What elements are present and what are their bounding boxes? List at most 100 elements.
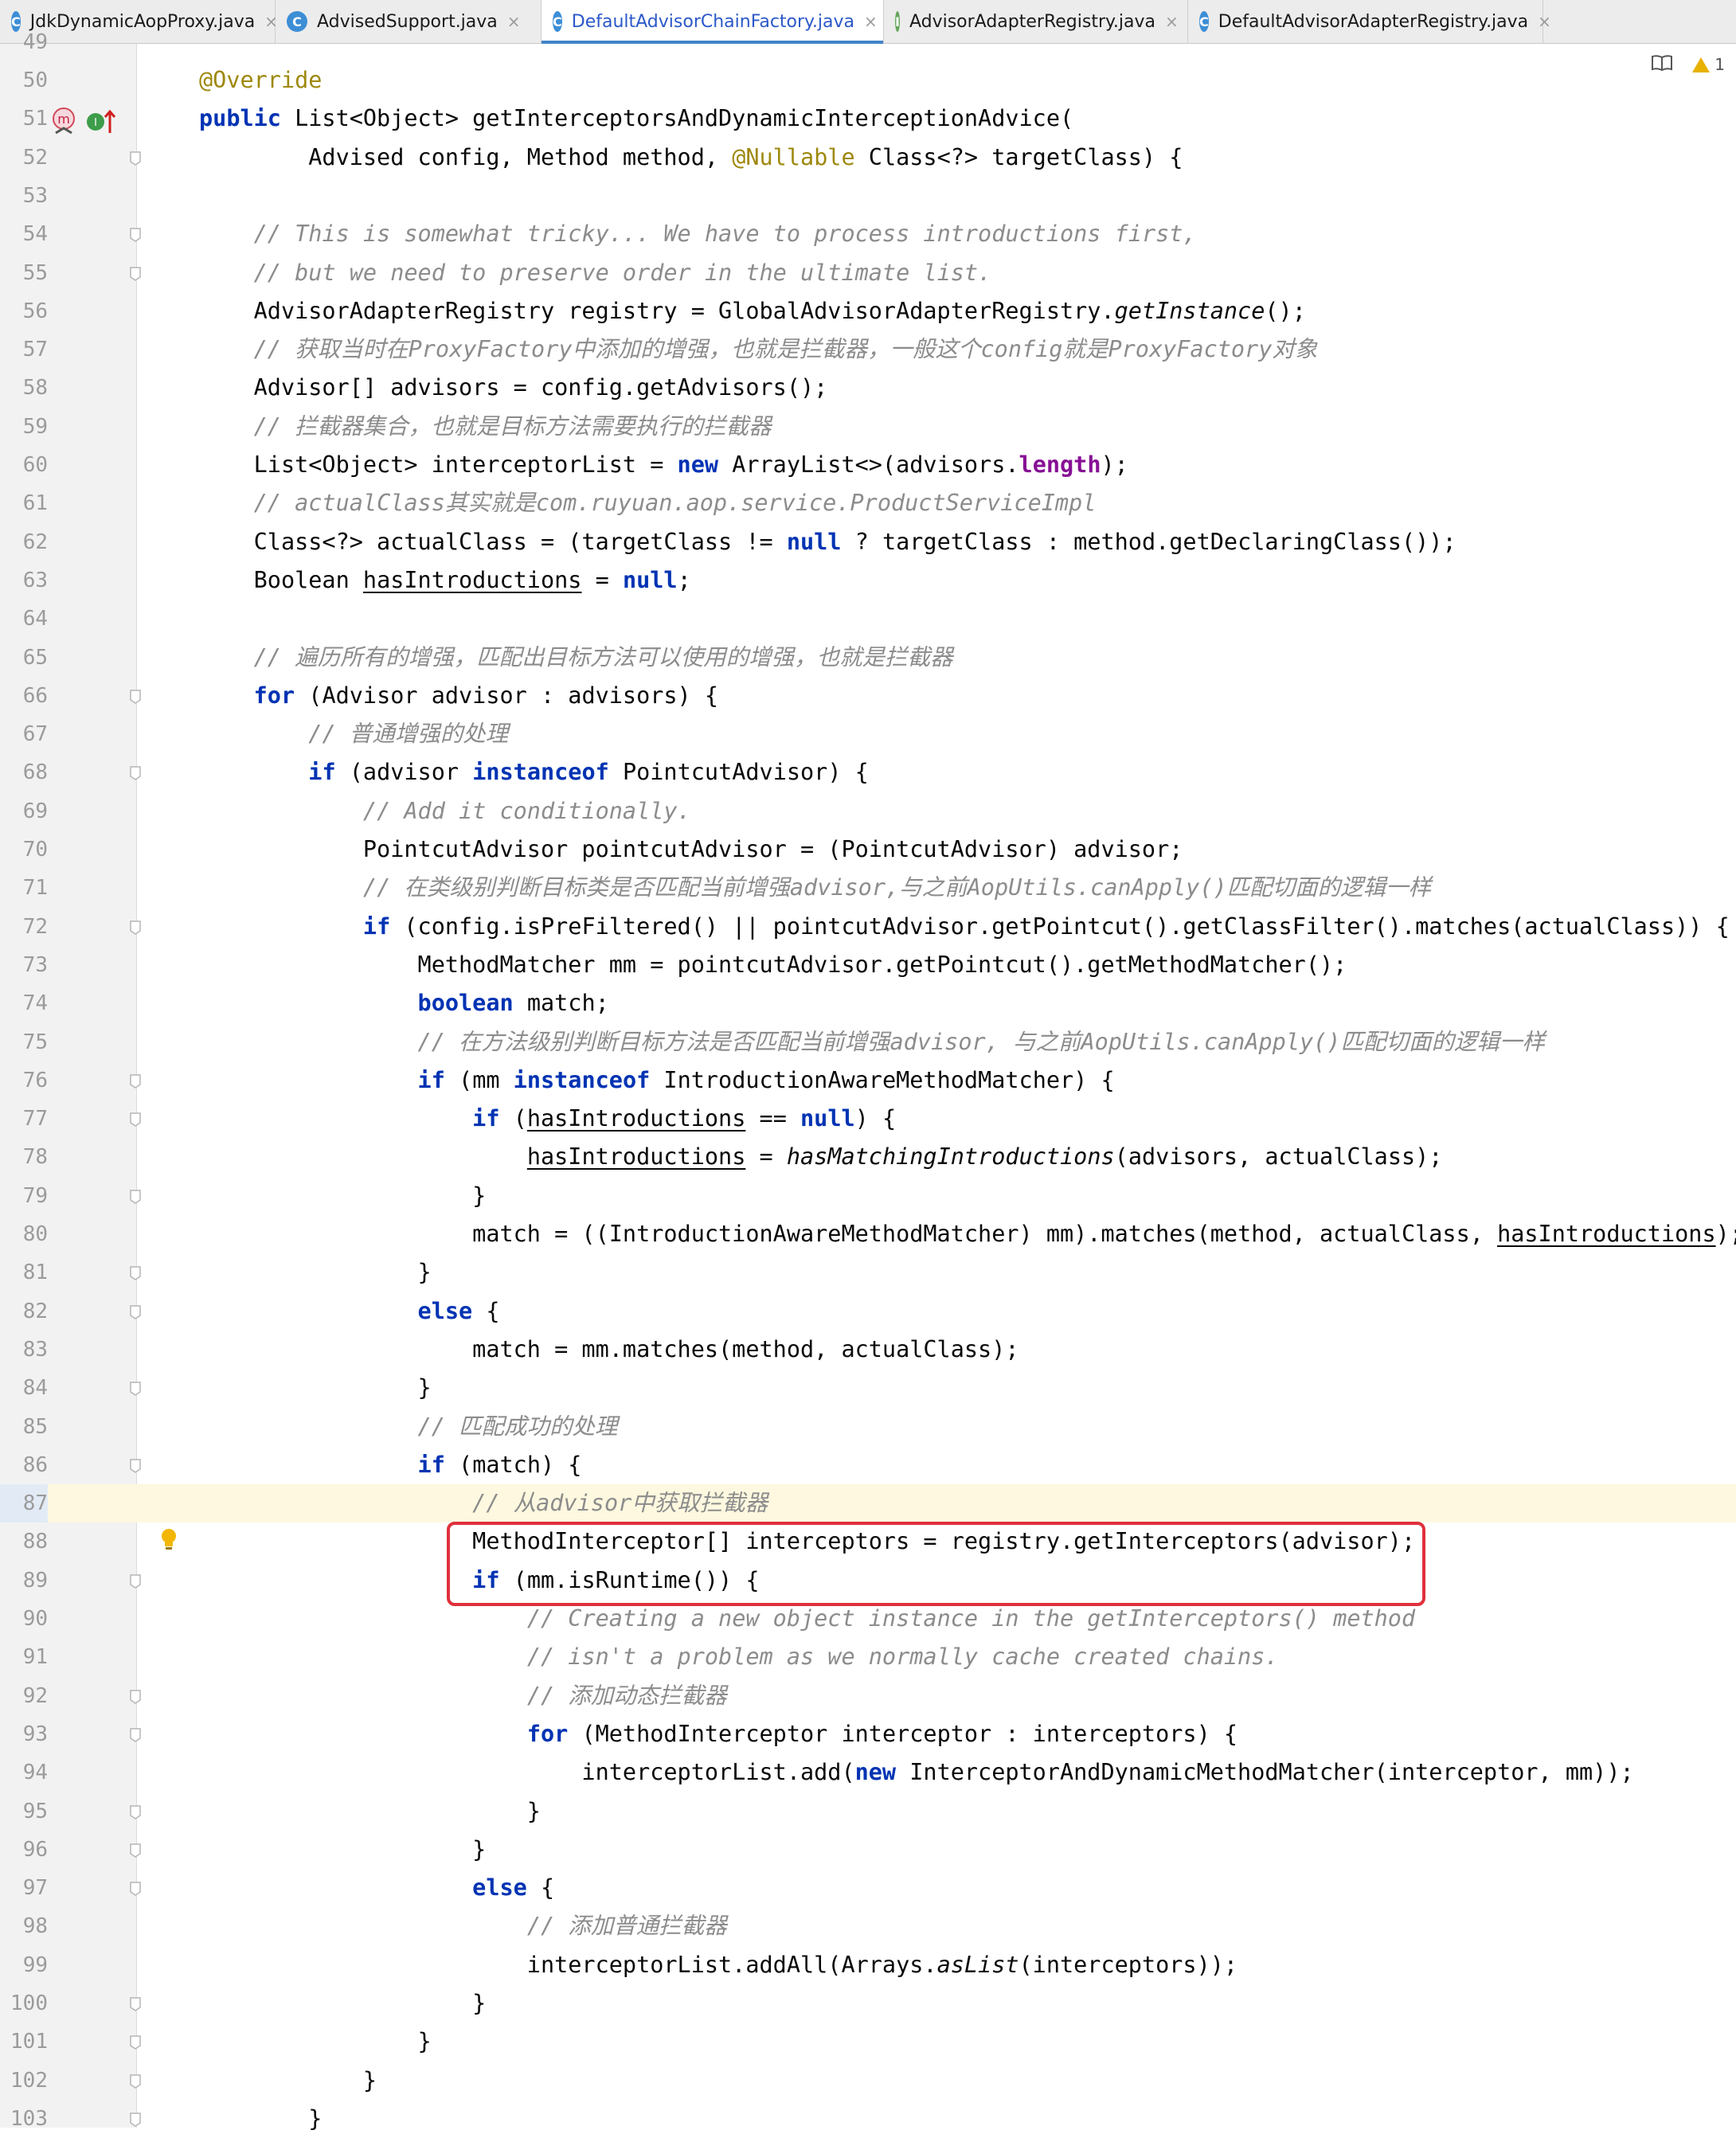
- code-line[interactable]: 103 }: [0, 2100, 1736, 2138]
- code-line[interactable]: 101 }: [0, 2023, 1736, 2061]
- code-line[interactable]: 92 // 添加动态拦截器: [0, 1677, 1736, 1715]
- code-line[interactable]: 95 }: [0, 1792, 1736, 1831]
- code-line[interactable]: 79 }: [0, 1177, 1736, 1215]
- fold-icon[interactable]: [129, 2074, 142, 2089]
- code-line-partial: 49: [0, 23, 1736, 61]
- fold-icon[interactable]: [129, 1843, 142, 1859]
- code-line[interactable]: 53: [0, 177, 1736, 215]
- fold-icon[interactable]: [129, 1996, 142, 2012]
- code-line[interactable]: 77 if (hasIntroductions == null) {: [0, 1100, 1736, 1138]
- code-line[interactable]: 58 Advisor[] advisors = config.getAdviso…: [0, 369, 1736, 407]
- implemented-method-icon[interactable]: I: [84, 107, 116, 139]
- code-line[interactable]: 74 boolean match;: [0, 984, 1736, 1022]
- code-text: Advisor[] advisors = config.getAdvisors(…: [199, 374, 828, 401]
- code-line[interactable]: 86 if (match) {: [0, 1446, 1736, 1484]
- fold-icon[interactable]: [129, 765, 142, 781]
- code-line[interactable]: 54 // This is somewhat tricky... We have…: [0, 215, 1736, 253]
- code-line[interactable]: 76 if (mm instanceof IntroductionAwareMe…: [0, 1061, 1736, 1100]
- code-line[interactable]: 51 public List<Object> getInterceptorsAnd…: [0, 100, 1736, 138]
- line-number: 69: [22, 799, 48, 823]
- code-line[interactable]: 59 // 拦截器集合，也就是目标方法需要执行的拦截器: [0, 408, 1736, 446]
- fold-icon[interactable]: [129, 1112, 142, 1128]
- fold-icon[interactable]: [129, 1458, 142, 1474]
- code-line[interactable]: 82 else {: [0, 1292, 1736, 1331]
- code-text: if (match) {: [417, 1451, 582, 1478]
- code-line[interactable]: 91 // isn't a problem as we normally cac…: [0, 1638, 1736, 1676]
- code-line[interactable]: 56 AdvisorAdapterRegistry registry = Glo…: [0, 292, 1736, 330]
- line-number: 63: [22, 568, 48, 592]
- code-text: // 从advisor中获取拦截器: [472, 1490, 768, 1517]
- fold-icon[interactable]: [129, 227, 142, 243]
- code-line[interactable]: 85 // 匹配成功的处理: [0, 1408, 1736, 1446]
- code-line[interactable]: 63 Boolean hasIntroductions = null;: [0, 561, 1736, 600]
- code-text: List<Object> interceptorList = new Array…: [199, 451, 1128, 478]
- fold-icon[interactable]: [129, 266, 142, 282]
- fold-icon[interactable]: [129, 2112, 142, 2128]
- fold-icon[interactable]: [129, 1689, 142, 1705]
- code-line[interactable]: 65 // 遍历所有的增强，匹配出目标方法可以使用的增强，也就是拦截器: [0, 639, 1736, 677]
- line-number: 78: [22, 1145, 48, 1170]
- fold-icon[interactable]: [129, 1381, 142, 1397]
- code-line[interactable]: 84 }: [0, 1369, 1736, 1407]
- line-number: 49: [22, 30, 48, 54]
- code-line[interactable]: 52 Advised config, Method method, @Nulla…: [0, 139, 1736, 177]
- fold-icon[interactable]: [129, 1304, 142, 1320]
- line-number: 74: [22, 991, 48, 1016]
- code-line[interactable]: 80 match = ((IntroductionAwareMethodMatc…: [0, 1215, 1736, 1253]
- line-number: 56: [22, 299, 48, 323]
- code-line[interactable]: 94 interceptorList.add(new InterceptorAn…: [0, 1753, 1736, 1792]
- code-editor[interactable]: 49 50 @Override 51 public List<Object> getI…: [0, 30, 1736, 2132]
- code-text: AdvisorAdapterRegistry registry = Global…: [199, 297, 1306, 324]
- code-text: // This is somewhat tricky... We have to…: [253, 221, 1197, 248]
- fold-icon[interactable]: [129, 920, 142, 936]
- code-line[interactable]: 93 for (MethodInterceptor interceptor : …: [0, 1715, 1736, 1753]
- code-text: boolean match;: [417, 990, 609, 1017]
- code-line[interactable]: 100 }: [0, 1984, 1736, 2023]
- fold-icon[interactable]: [129, 1573, 142, 1589]
- line-number: 88: [22, 1530, 48, 1554]
- code-line[interactable]: 99 interceptorList.addAll(Arrays.asList(…: [0, 1946, 1736, 1984]
- code-line[interactable]: 67 // 普通增强的处理: [0, 715, 1736, 753]
- code-line[interactable]: 78 hasIntroductions = hasMatchingIntrodu…: [0, 1138, 1736, 1176]
- code-line[interactable]: 97 else {: [0, 1869, 1736, 1907]
- fold-icon[interactable]: [129, 150, 142, 166]
- line-number: 77: [22, 1107, 48, 1132]
- code-line[interactable]: 69 // Add it conditionally.: [0, 792, 1736, 831]
- fold-icon[interactable]: [129, 1804, 142, 1820]
- line-number: 76: [22, 1068, 48, 1092]
- code-line[interactable]: 71 // 在类级别判断目标类是否匹配当前增强advisor,与之前AopUti…: [0, 869, 1736, 907]
- fold-icon[interactable]: [129, 1727, 142, 1743]
- code-line[interactable]: 73 MethodMatcher mm = pointcutAdvisor.ge…: [0, 946, 1736, 984]
- code-text: else {: [417, 1297, 500, 1324]
- fold-icon[interactable]: [129, 1073, 142, 1089]
- code-line[interactable]: 62 Class<?> actualClass = (targetClass !…: [0, 523, 1736, 561]
- fold-icon[interactable]: [129, 689, 142, 705]
- code-line[interactable]: 81 }: [0, 1253, 1736, 1292]
- code-line[interactable]: 75 // 在方法级别判断目标方法是否匹配当前增强advisor, 与之前Aop…: [0, 1023, 1736, 1061]
- code-line[interactable]: 98 // 添加普通拦截器: [0, 1907, 1736, 1945]
- code-line[interactable]: 55 // but we need to preserve order in t…: [0, 254, 1736, 292]
- code-line[interactable]: 102 }: [0, 2062, 1736, 2100]
- code-line[interactable]: 70 PointcutAdvisor pointcutAdvisor = (Po…: [0, 831, 1736, 869]
- code-line[interactable]: 60 List<Object> interceptorList = new Ar…: [0, 446, 1736, 484]
- code-line[interactable]: 50 @Override: [0, 61, 1736, 100]
- fold-icon[interactable]: [129, 2034, 142, 2050]
- override-method-icon[interactable]: m: [49, 106, 78, 141]
- code-line[interactable]: 64: [0, 600, 1736, 638]
- code-line[interactable]: 83 match = mm.matches(method, actualClas…: [0, 1331, 1736, 1369]
- fold-icon[interactable]: [129, 1881, 142, 1897]
- code-line[interactable]: 96 }: [0, 1831, 1736, 1869]
- code-line[interactable]: 72 if (config.isPreFiltered() || pointcu…: [0, 908, 1736, 946]
- code-line[interactable]: 87 // 从advisor中获取拦截器: [0, 1484, 1736, 1523]
- code-text: if (advisor instanceof PointcutAdvisor) …: [308, 759, 869, 786]
- line-number: 103: [10, 2106, 48, 2131]
- lightbulb-icon[interactable]: [159, 1527, 178, 1554]
- fold-icon[interactable]: [129, 1189, 142, 1205]
- code-line[interactable]: 57 // 获取当时在ProxyFactory中添加的增强，也就是拦截器，一般这…: [0, 330, 1736, 369]
- fold-icon[interactable]: [129, 1265, 142, 1281]
- code-line[interactable]: 68 if (advisor instanceof PointcutAdviso…: [0, 753, 1736, 791]
- code-text: interceptorList.add(new InterceptorAndDy…: [199, 1759, 1634, 1786]
- line-number: 99: [22, 1952, 48, 1977]
- code-line[interactable]: 61 // actualClass其实就是com.ruyuan.aop.serv…: [0, 484, 1736, 522]
- code-line[interactable]: 66 for (Advisor advisor : advisors) {: [0, 677, 1736, 715]
